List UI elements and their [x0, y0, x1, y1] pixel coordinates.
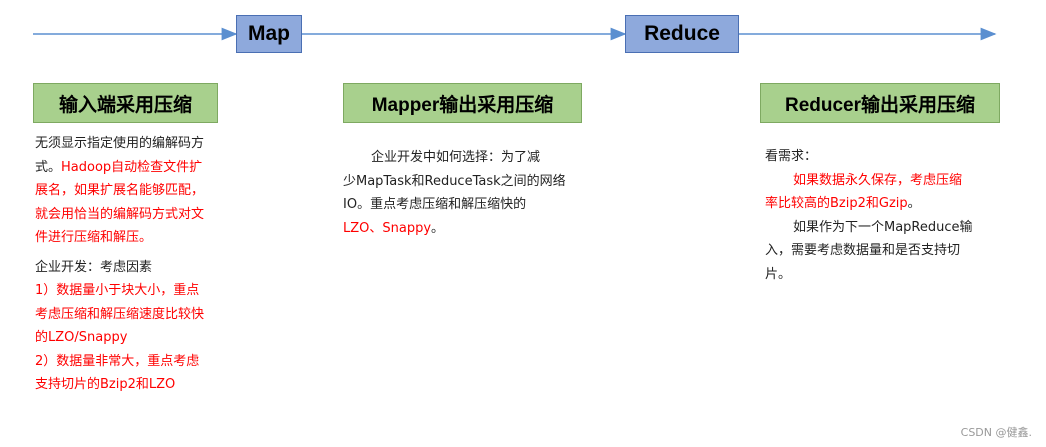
input-compression-header: 输入端采用压缩	[33, 83, 218, 123]
input-note-highlight: 展名，如果扩展名能够匹配，	[35, 183, 205, 198]
map-stage-box: Map	[236, 15, 302, 53]
mapper-note-line: 少MapTask和ReduceTask之间的网络	[343, 173, 566, 189]
enterprise-factors-title: 企业开发：考虑因素	[35, 259, 153, 275]
mapper-note-highlight: LZO、Snappy	[343, 220, 432, 236]
reducer-note-highlight: 率比较高的Bzip2和Gzip	[765, 196, 908, 211]
reducer-note-highlight: 如果数据永久保存，考虑压缩	[793, 172, 963, 188]
reducer-note-line: 片。	[765, 266, 792, 282]
reducer-needs-title: 看需求：	[765, 149, 818, 164]
reducer-note-line: 如果作为下一个MapReduce输	[793, 219, 973, 235]
input-note-highlight: 就会用恰当的编解码方式对文	[35, 206, 205, 222]
reducer-note-punct: 。	[907, 196, 921, 211]
reduce-stage-label: Reduce	[644, 22, 720, 45]
mapper-compression-header: Mapper输出采用压缩	[343, 83, 582, 123]
factor-line: 的LZO/Snappy	[35, 330, 128, 345]
input-note-highlight: 件进行压缩和解压。	[35, 230, 153, 245]
watermark: CSDN @健鑫.	[960, 426, 1032, 439]
process-flow	[33, 27, 997, 41]
mapper-note-line: 企业开发中如何选择：为了减	[371, 150, 541, 165]
input-note-line: 式。	[35, 159, 62, 175]
reducer-note-line: 入，需要考虑数据量和是否支持切	[765, 243, 961, 258]
mapper-note-punct: 。	[431, 220, 445, 236]
mapper-compression-notes: 企业开发中如何选择：为了减 少MapTask和ReduceTask之间的网络 I…	[343, 146, 588, 240]
input-note-line: 无须显示指定使用的编解码方	[35, 136, 205, 151]
factor-line: 1）数据量小于块大小，重点	[35, 283, 200, 298]
factor-line: 支持切片的Bzip2和LZO	[35, 377, 176, 392]
reducer-compression-header: Reducer输出采用压缩	[760, 83, 1000, 123]
input-note-highlight: Hadoop自动检查文件扩	[61, 159, 203, 175]
input-compression-notes: 无须显示指定使用的编解码方 式。Hadoop自动检查文件扩 展名，如果扩展名能够…	[35, 132, 235, 397]
map-stage-label: Map	[248, 22, 290, 45]
factor-line: 考虑压缩和解压缩速度比较快	[35, 306, 205, 322]
reducer-compression-notes: 看需求： 如果数据永久保存，考虑压缩 率比较高的Bzip2和Gzip。 如果作为…	[765, 145, 1000, 286]
reduce-stage-box: Reduce	[625, 15, 739, 53]
factor-line: 2）数据量非常大，重点考虑	[35, 353, 200, 369]
mapper-note-line: IO。重点考虑压缩和解压缩快的	[343, 197, 527, 212]
